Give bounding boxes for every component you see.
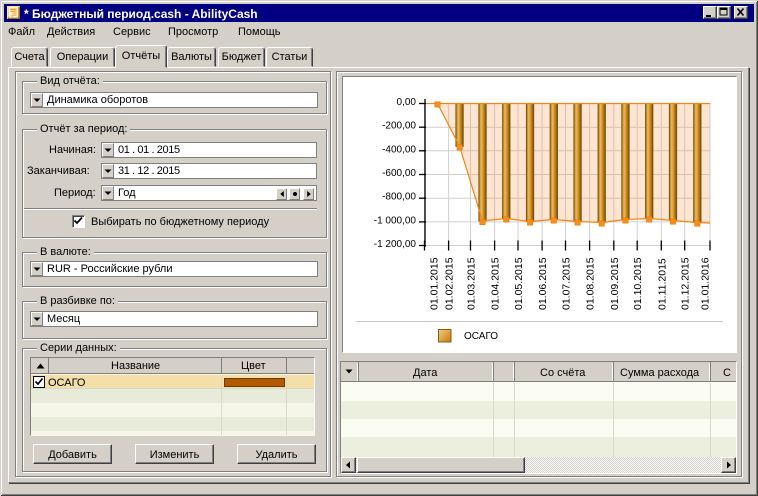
svg-text:-1 000,00: -1 000,00 xyxy=(374,215,417,226)
svg-text:-600,00: -600,00 xyxy=(382,168,416,179)
svg-text:ОСАГО: ОСАГО xyxy=(464,331,498,342)
svg-text:01.01.2016: 01.01.2016 xyxy=(700,257,712,310)
svg-text:01.06.2015: 01.06.2015 xyxy=(537,257,549,310)
svg-text:-1 200,00: -1 200,00 xyxy=(374,239,417,250)
svg-text:01.12.2015: 01.12.2015 xyxy=(680,257,692,310)
svg-text:-800,00: -800,00 xyxy=(382,192,416,203)
svg-text:01.02.2015: 01.02.2015 xyxy=(444,257,456,310)
svg-text:01.05.2015: 01.05.2015 xyxy=(513,257,525,310)
svg-text:01.07.2015: 01.07.2015 xyxy=(561,257,573,310)
svg-text:01.04.2015: 01.04.2015 xyxy=(490,257,502,310)
svg-text:01.03.2015: 01.03.2015 xyxy=(466,257,478,310)
svg-text:-200,00: -200,00 xyxy=(382,121,416,132)
svg-text:0,00: 0,00 xyxy=(397,97,417,108)
svg-text:01.01.2015: 01.01.2015 xyxy=(429,257,441,310)
svg-text:-400,00: -400,00 xyxy=(382,144,416,155)
svg-text:01.11.2015: 01.11.2015 xyxy=(656,258,668,310)
svg-text:01.08.2015: 01.08.2015 xyxy=(585,257,597,310)
svg-text:01.09.2015: 01.09.2015 xyxy=(609,257,621,310)
svg-text:01.10.2015: 01.10.2015 xyxy=(632,257,644,310)
